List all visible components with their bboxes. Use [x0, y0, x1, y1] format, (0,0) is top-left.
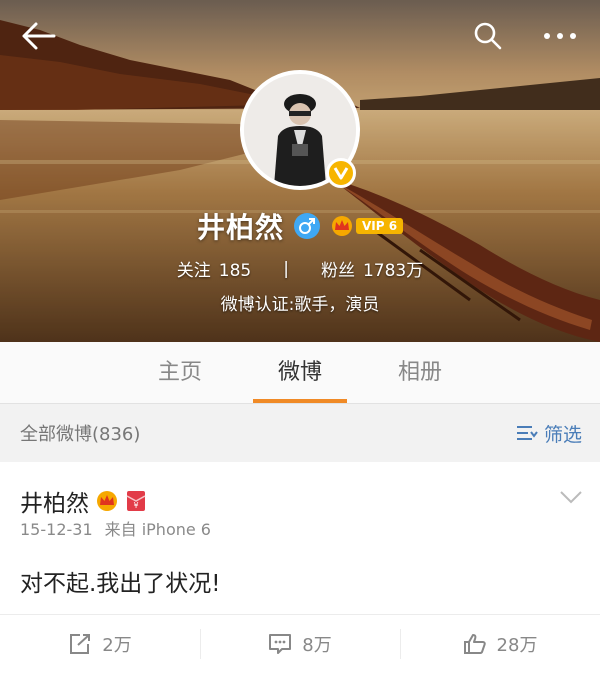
filter-button[interactable]: 筛选: [516, 420, 582, 447]
profile-tabs: 主页 微博 相册: [0, 342, 600, 404]
following-stat[interactable]: 关注 185: [177, 256, 251, 281]
verification-text: 微博认证:歌手，演员: [220, 295, 380, 315]
more-icon: [544, 33, 576, 39]
filter-bar: 全部微博(836) 筛选: [0, 405, 600, 461]
repost-count: 2万: [102, 634, 132, 656]
like-icon: [463, 633, 486, 654]
search-icon: [474, 22, 502, 50]
repost-button[interactable]: 2万: [0, 615, 200, 672]
back-arrow-icon: [22, 22, 56, 50]
post-actions: 2万 8万 28万: [0, 614, 600, 672]
stats-divider: |: [283, 258, 289, 279]
avatar-container[interactable]: [240, 70, 360, 190]
back-button[interactable]: [16, 14, 60, 58]
vip-level: VIP 6: [355, 218, 404, 234]
followers-count: 1783万: [362, 261, 424, 281]
like-count: 28万: [496, 634, 538, 656]
filter-icon: [516, 426, 538, 440]
chevron-down-icon: [560, 491, 582, 504]
crown-icon: [97, 491, 117, 511]
post-source: 来自 iPhone 6: [104, 520, 211, 539]
vip-badge[interactable]: VIP 6: [330, 215, 404, 237]
tab-weibo[interactable]: 微博: [245, 342, 355, 403]
all-posts-count: 全部微博(836): [20, 424, 141, 445]
verified-badge: [326, 158, 356, 188]
tab-album[interactable]: 相册: [365, 342, 475, 403]
crown-icon: [331, 216, 352, 236]
tab-home[interactable]: 主页: [125, 342, 235, 403]
comment-button[interactable]: 8万: [200, 615, 400, 672]
more-button[interactable]: [538, 14, 582, 58]
filter-label: 筛选: [543, 423, 582, 446]
followers-label: 粉丝: [320, 261, 355, 281]
verified-icon: [333, 167, 349, 180]
following-count: 185: [218, 261, 252, 281]
post-text: 对不起.我出了状况!: [20, 571, 221, 597]
red-envelope-icon: ¥: [126, 491, 146, 511]
post-meta: 15-12-31 来自 iPhone 6: [20, 516, 211, 540]
following-label: 关注: [176, 261, 211, 281]
svg-text:¥: ¥: [133, 501, 138, 510]
post-author-name[interactable]: 井柏然: [20, 484, 89, 518]
male-icon: [293, 213, 320, 239]
repost-icon: [70, 633, 91, 654]
post-author-row: 井柏然 ¥: [20, 484, 147, 518]
profile-name-row: 井柏然 VIP 6: [0, 206, 600, 246]
post-date: 15-12-31: [20, 520, 93, 539]
followers-stat[interactable]: 粉丝 1783万: [321, 256, 423, 281]
post-menu-button[interactable]: [558, 484, 584, 510]
comment-icon: [269, 633, 292, 654]
search-button[interactable]: [466, 14, 510, 58]
post-card[interactable]: 井柏然 ¥ 15-12-31 来自 iPhone 6 对不起.我出了状况! 2万: [0, 462, 600, 683]
profile-cover: 井柏然 VIP 6 关注 185 | 粉丝 1783万 微博认证:歌手，演员: [0, 0, 600, 342]
profile-stats: 关注 185 | 粉丝 1783万: [0, 256, 600, 282]
like-button[interactable]: 28万: [400, 615, 600, 672]
profile-name: 井柏然: [196, 211, 284, 244]
comment-count: 8万: [302, 634, 332, 656]
